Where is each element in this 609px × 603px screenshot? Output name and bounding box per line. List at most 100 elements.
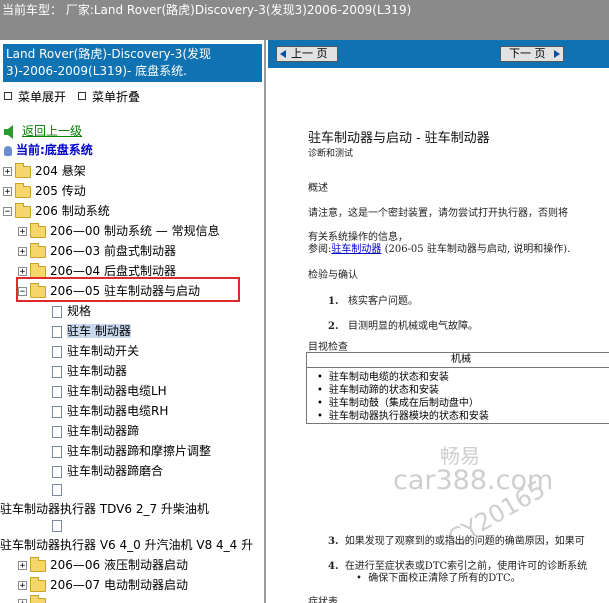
tree-document[interactable]: 驻车制动器蹄磨合 xyxy=(52,462,163,482)
overview-text: 请注意，这是一个密封装置，请勿尝试打开执行器，否则将 xyxy=(308,208,568,219)
back-arrow-icon xyxy=(4,124,13,139)
page-title: 驻车制动器与启动 - 驻车制动器 xyxy=(308,131,490,146)
next-arrow-icon xyxy=(554,50,560,58)
collapse-icon xyxy=(78,92,86,100)
tree-folder[interactable]: +204 悬架 xyxy=(3,162,86,182)
collapse-toggle-icon[interactable]: − xyxy=(3,207,12,217)
tree-folder[interactable]: +206—07 电动制动器启动 xyxy=(18,576,188,596)
expand-toggle-icon[interactable]: + xyxy=(18,599,27,603)
current-location: 当前:底盘系统 xyxy=(4,141,93,158)
tree-label: 驻车 制动器 xyxy=(67,324,131,338)
page-navigation-bar: 上一 页 下一 页 xyxy=(268,40,609,68)
document-icon xyxy=(52,405,62,418)
tree-document[interactable]: 驻车制动器蹄和摩擦片调整 xyxy=(52,442,211,462)
expand-toggle-icon[interactable]: + xyxy=(18,561,27,571)
document-icon xyxy=(52,519,62,532)
document-icon xyxy=(52,465,62,478)
navigation-pane: Land Rover(路虎)-Discovery-3(发现3)-2006-200… xyxy=(0,40,266,603)
location-icon xyxy=(4,145,12,156)
step-4-sub: • 确保下面校正清除了所有的DTC。 xyxy=(356,573,521,584)
tree-label: 驻车制动器电缆LH xyxy=(67,384,167,398)
document-icon xyxy=(52,325,62,338)
reference-line: 参阅:驻车制动器 (206-05 驻车制动器与启动, 说明和操作). xyxy=(308,244,571,255)
folder-icon xyxy=(15,162,31,178)
table-row: 驻车制动器执行器模块的状态和安装 xyxy=(317,407,489,422)
tree-label: 206—07 电动制动器启动 xyxy=(50,578,188,592)
expand-toggle-icon[interactable]: + xyxy=(18,581,27,591)
expand-toggle-icon[interactable]: + xyxy=(18,247,27,257)
tree-label: 206—00 制动系统 — 常规信息 xyxy=(50,224,220,238)
tree-folder[interactable]: +205 传动 xyxy=(3,182,86,202)
reference-link[interactable]: 驻车制动器 xyxy=(331,244,381,255)
menu-collapse-button[interactable]: 菜单折叠 xyxy=(78,88,140,105)
tree-label: 驻车制动器蹄磨合 xyxy=(67,464,164,478)
tree-folder[interactable]: + xyxy=(18,594,50,603)
tree-document[interactable]: 驻车制动器 xyxy=(52,362,127,382)
tree-label: 驻车制动器执行器 V6 4_0 升汽油机 V8 4_4 升 xyxy=(0,538,254,552)
inspect-heading: 检验与确认 xyxy=(308,270,358,281)
tree-label: 驻车制动器 xyxy=(67,364,128,378)
tree-label: 驻车制动器蹄和摩擦片调整 xyxy=(67,444,212,458)
folder-icon xyxy=(30,222,46,238)
tree-folder[interactable]: +206—03 前盘式制动器 xyxy=(18,242,176,262)
tree-label: 205 传动 xyxy=(35,184,86,198)
expand-icon xyxy=(4,92,12,100)
folder-icon xyxy=(15,202,31,218)
expand-toggle-icon[interactable]: + xyxy=(3,187,12,197)
tree-document[interactable]: 驻车制动器电缆LH xyxy=(52,382,167,402)
folder-icon xyxy=(30,242,46,258)
document-icon xyxy=(52,445,62,458)
step-2: 2. 目测明显的机械或电气故障。 xyxy=(328,321,478,332)
overview-heading: 概述 xyxy=(308,183,328,194)
expand-toggle-icon[interactable]: + xyxy=(18,267,27,277)
folder-icon xyxy=(30,556,46,572)
document-icon xyxy=(52,345,62,358)
document-icon xyxy=(52,483,62,496)
menu-expand-button[interactable]: 菜单展开 xyxy=(4,88,66,105)
tree-document[interactable]: 驻车制动器电缆RH xyxy=(52,402,168,422)
folder-icon xyxy=(15,182,31,198)
document-icon xyxy=(52,305,62,318)
tree-text-item[interactable]: 驻车制动器执行器 V6 4_0 升汽油机 V8 4_4 升 xyxy=(0,536,253,556)
next-page-button[interactable]: 下一 页 xyxy=(500,46,564,62)
tree-document[interactable]: 规格 xyxy=(52,302,91,322)
section-header: Land Rover(路虎)-Discovery-3(发现3)-2006-200… xyxy=(3,44,262,82)
tree-label: 206 制动系统 xyxy=(35,204,110,218)
previous-page-button[interactable]: 上一 页 xyxy=(276,46,338,62)
tree-document[interactable] xyxy=(52,482,67,502)
table-header: 机械 xyxy=(307,353,609,368)
tree-label: 驻车制动开关 xyxy=(67,344,140,358)
folder-icon xyxy=(30,576,46,592)
document-icon xyxy=(52,385,62,398)
title-bar: 当前车型： 厂家:Land Rover(路虎)Discovery-3(发现3)2… xyxy=(0,0,609,40)
tree-document[interactable]: 驻车 制动器 xyxy=(52,322,131,342)
visual-heading: 目视检查 xyxy=(308,342,348,353)
symptom-heading: 症状表 xyxy=(308,597,338,603)
inspection-table: 机械 驻车制动电缆的状态和安装 驻车制动蹄的状态和安装 驻车制动鼓（集成在后制动… xyxy=(306,352,609,424)
tree-document[interactable] xyxy=(52,518,67,538)
tree-label: 驻车制动器蹄 xyxy=(67,424,140,438)
expand-toggle-icon[interactable]: + xyxy=(18,227,27,237)
tree-document[interactable]: 驻车制动开关 xyxy=(52,342,139,362)
tree-label: 驻车制动器执行器 TDV6 2_7 升柴油机 xyxy=(0,502,209,516)
back-link[interactable]: 返回上一级 xyxy=(4,122,82,139)
document-icon xyxy=(52,365,62,378)
tree-folder[interactable]: − 206 制动系统 xyxy=(3,202,110,222)
vehicle-title: 当前车型： 厂家:Land Rover(路虎)Discovery-3(发现3)2… xyxy=(2,3,412,17)
tree-folder[interactable]: +206—00 制动系统 — 常规信息 xyxy=(18,222,220,242)
tree-label: 规格 xyxy=(67,304,92,318)
tree-folder[interactable]: +206—06 液压制动器启动 xyxy=(18,556,188,576)
step-3: 3. 如果发现了观察到的或指出的问题的确凿原因，如果可 xyxy=(328,536,585,547)
content-pane: 上一 页 下一 页 驻车制动器与启动 - 驻车制动器 诊断和测试 概述 请注意，… xyxy=(268,40,609,603)
tree-document[interactable]: 驻车制动器蹄 xyxy=(52,422,139,442)
pane-splitter[interactable] xyxy=(264,40,266,603)
tree-label: 206—03 前盘式制动器 xyxy=(50,244,176,258)
document-icon xyxy=(52,425,62,438)
tree-text-item[interactable]: 驻车制动器执行器 TDV6 2_7 升柴油机 xyxy=(0,500,209,520)
expand-toggle-icon[interactable]: + xyxy=(3,167,12,177)
tree-label: 206—06 液压制动器启动 xyxy=(50,558,188,572)
tree-label: 206—04 后盘式制动器 xyxy=(50,264,176,278)
highlight-box xyxy=(16,277,240,302)
folder-icon xyxy=(30,262,46,278)
tree-label: 驻车制动器电缆RH xyxy=(67,404,169,418)
